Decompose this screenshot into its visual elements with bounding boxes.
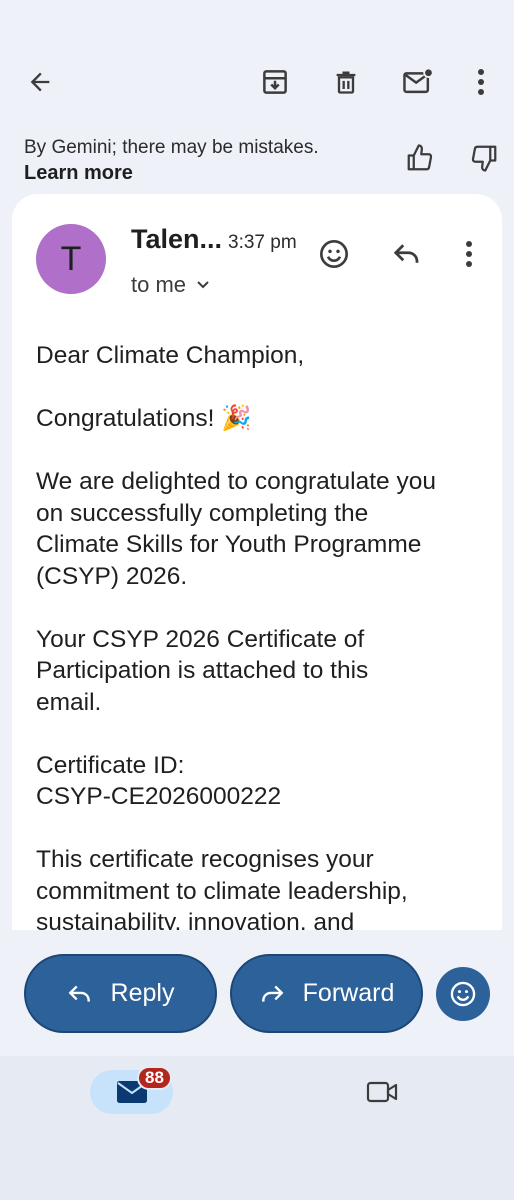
body-paragraph-1: We are delighted to congratulate you on … [36,466,486,592]
gemini-disclaimer: By Gemini; there may be mistakes. [24,137,319,158]
thumbs-down-icon [471,145,497,172]
thumbs-up-button[interactable] [396,134,444,182]
mark-unread-button[interactable] [394,58,442,106]
chevron-down-icon [197,281,209,289]
delete-button[interactable] [322,58,370,106]
certificate-info: Certificate ID: CSYP-CE2026000222 [36,750,486,813]
more-vert-icon [478,69,484,95]
thumbs-up-icon [407,144,433,171]
greeting: Dear Climate Champion, [36,342,305,369]
more-vert-icon [466,241,472,267]
reply-button[interactable]: Reply [24,954,217,1033]
arrow-back-icon [30,72,50,92]
gemini-summary-footer: By Gemini; there may be mistakes. Learn … [0,130,514,196]
archive-button[interactable] [251,58,299,106]
forward-label: Forward [302,979,395,1007]
message-time: 3:37 pm [228,232,297,253]
recipient-label: to me [131,272,187,297]
body-paragraph-3: This certificate recognises your commitm… [36,844,486,930]
text-line: (CSYP) 2026. [36,562,188,590]
text-line: email. [36,688,102,716]
message-actions: Reply Forward [0,930,514,1056]
thumbs-down-button[interactable] [460,134,508,182]
text-line: Your CSYP 2026 Certificate of [36,625,365,653]
recipient-toggle[interactable]: to me [131,272,210,298]
emoji-icon [320,240,348,268]
forward-button[interactable]: Forward [230,954,423,1033]
message-card: T Talen... 3:37 pm to me Dear Climate Ch… [12,194,502,930]
message-more-button[interactable] [445,230,493,278]
text-line: We are delighted to congratulate you [36,468,436,495]
archive-icon [263,70,287,94]
add-reaction-button[interactable] [310,230,358,278]
text-line: This certificate recognises your [36,846,374,873]
mail-unread-icon [403,67,434,94]
emoji-icon [450,981,476,1007]
more-options-button[interactable] [457,58,505,106]
reply-icon-button[interactable] [383,230,431,278]
learn-more-link[interactable]: Learn more [24,160,133,187]
reply-label: Reply [110,979,175,1007]
sender-name[interactable]: Talen... [131,224,222,255]
text-line: sustainability, innovation, and [36,909,355,930]
reply-icon [68,985,90,1002]
body-paragraph-2: Your CSYP 2026 Certificate of Participat… [36,624,486,719]
bottom-navigation: 88 [0,1056,514,1200]
certificate-id: CSYP-CE2026000222 [36,783,282,810]
unread-count-badge: 88 [137,1066,172,1090]
forward-icon [261,985,284,1002]
message-body: Dear Climate Champion, Congratulations! … [36,340,486,930]
reply-icon [393,244,419,263]
top-app-bar [0,0,514,130]
text-line: on successfully completing the [36,499,369,527]
back-button[interactable] [16,58,64,106]
text-line: commitment to climate leadership, [36,877,408,905]
text-line: Participation is attached to this [36,657,369,684]
emoji-reaction-button[interactable] [436,967,490,1021]
trash-icon [336,71,356,94]
sender-avatar[interactable]: T [36,224,106,294]
text-line: Climate Skills for Youth Programme [36,531,422,558]
nav-meet-tab[interactable] [358,1070,406,1114]
certificate-label: Certificate ID: [36,751,185,779]
congratulations-line: Congratulations! 🎉 [36,405,252,432]
video-camera-icon [366,1081,398,1103]
